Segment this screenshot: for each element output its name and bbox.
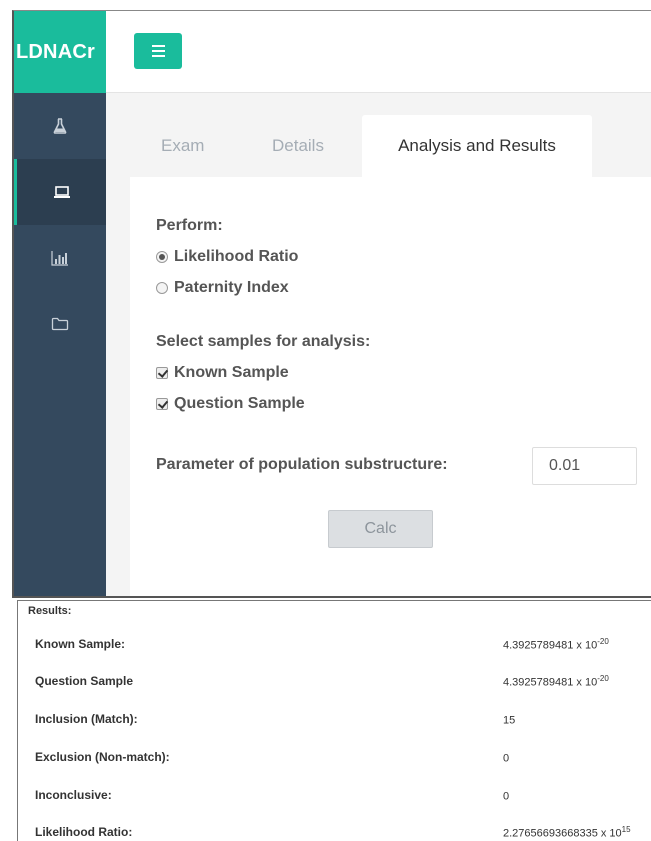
sidebar-item-analysis[interactable] [14, 159, 106, 225]
sidebar-item-exam[interactable] [14, 93, 106, 159]
known-sample-option[interactable]: Known Sample [156, 364, 289, 382]
tab-exam[interactable]: Exam [161, 115, 204, 177]
likelihood-ratio-option[interactable]: Likelihood Ratio [156, 248, 298, 266]
flask-icon [53, 118, 67, 134]
result-value: 15 [503, 714, 516, 727]
question-sample-checkbox[interactable] [156, 398, 168, 410]
paternity-index-radio[interactable] [156, 282, 168, 294]
question-sample-label: Question Sample [174, 395, 305, 412]
likelihood-ratio-label: Likelihood Ratio [174, 248, 299, 265]
known-sample-checkbox[interactable] [156, 367, 168, 379]
select-samples-label: Select samples for analysis: [156, 333, 371, 350]
known-sample-label: Known Sample [174, 364, 289, 381]
tab-analysis-and-results[interactable]: Analysis and Results [362, 115, 592, 177]
result-label: Inconclusive: [35, 788, 112, 802]
result-row-exclusion: Exclusion (Non-match): 0 [18, 750, 651, 768]
result-value: 4.3925789481 x 10-20 [503, 637, 609, 652]
result-label: Known Sample: [35, 637, 126, 651]
paternity-index-option[interactable]: Paternity Index [156, 279, 289, 297]
perform-label: Perform: [156, 217, 223, 234]
app-window: LDNACr Exam Details Analysis and Results… [12, 10, 651, 598]
folder-icon [51, 317, 69, 331]
result-label: Exclusion (Non-match): [35, 750, 170, 764]
result-row-inconclusive: Inconclusive: 0 [18, 788, 651, 806]
calc-button[interactable]: Calc [328, 510, 433, 548]
result-value: 2.27656693668335 x 1015 [503, 825, 631, 840]
population-substructure-label: Parameter of population substructure: [156, 456, 448, 473]
brand-logo[interactable]: LDNACr [14, 11, 106, 93]
menu-toggle-button[interactable] [134, 33, 182, 69]
main-content: Exam Details Analysis and Results Perfor… [106, 93, 651, 596]
hamburger-icon [151, 45, 165, 47]
result-value: 0 [503, 790, 510, 803]
results-title: Results: [28, 605, 72, 617]
result-row-question-sample: Question Sample 4.3925789481 x 10-20 [18, 674, 651, 692]
tab-details[interactable]: Details [272, 115, 324, 177]
likelihood-ratio-radio[interactable] [156, 251, 168, 263]
results-panel: Results: Known Sample: 4.3925789481 x 10… [17, 600, 651, 841]
sidebar-item-files[interactable] [14, 291, 106, 357]
analysis-panel: Perform: Likelihood Ratio Paternity Inde… [130, 177, 651, 596]
laptop-icon [53, 186, 70, 198]
result-value: 4.3925789481 x 10-20 [503, 674, 609, 689]
result-label: Inclusion (Match): [35, 712, 138, 726]
result-label: Question Sample [35, 674, 134, 688]
population-substructure-input[interactable] [532, 447, 637, 485]
bar-chart-icon [51, 251, 68, 266]
result-row-inclusion: Inclusion (Match): 15 [18, 712, 651, 730]
result-row-known-sample: Known Sample: 4.3925789481 x 10-20 [18, 637, 651, 655]
paternity-index-label: Paternity Index [174, 279, 289, 296]
sidebar [14, 93, 106, 596]
top-bar [106, 11, 651, 93]
result-label: Likelihood Ratio: [35, 825, 133, 839]
result-value: 0 [503, 752, 510, 765]
result-row-likelihood-ratio: Likelihood Ratio: 2.27656693668335 x 101… [18, 825, 651, 841]
question-sample-option[interactable]: Question Sample [156, 395, 305, 413]
sidebar-item-statistics[interactable] [14, 225, 106, 291]
